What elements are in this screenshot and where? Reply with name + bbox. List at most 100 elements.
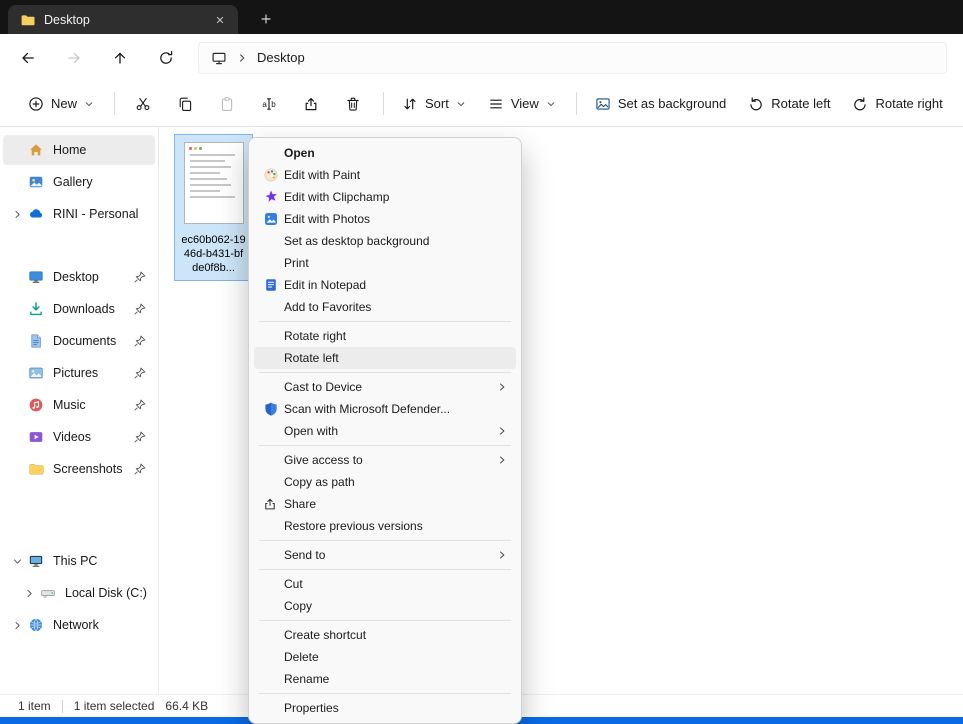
toolbar-divider	[576, 92, 577, 115]
copy-button[interactable]	[165, 87, 205, 121]
menu-item-edit-with-photos[interactable]: Edit with Photos	[254, 208, 516, 230]
folder-icon	[28, 461, 45, 477]
explorer-tab[interactable]: Desktop	[8, 5, 238, 34]
submenu-chevron-icon	[496, 549, 508, 561]
back-button[interactable]	[10, 41, 46, 75]
blank-icon-slot	[263, 700, 284, 716]
sidebar-item-network[interactable]: Network	[3, 610, 155, 640]
set-as-background-label: Set as background	[618, 96, 726, 111]
sidebar-item-documents[interactable]: Documents	[3, 326, 155, 356]
refresh-button[interactable]	[148, 41, 184, 75]
menu-item-share[interactable]: Share	[254, 493, 516, 515]
chevron-down-icon	[84, 99, 94, 109]
blank-icon-slot	[263, 598, 284, 614]
svg-text:a: a	[262, 100, 267, 109]
paste-button[interactable]	[207, 87, 247, 121]
blank-icon-slot	[263, 328, 284, 344]
new-tab-button[interactable]	[252, 7, 280, 30]
rotate-right-label: Rotate right	[875, 96, 942, 111]
menu-item-create-shortcut[interactable]: Create shortcut	[254, 624, 516, 646]
menu-item-edit-with-paint[interactable]: Edit with Paint	[254, 164, 516, 186]
menu-item-copy-as-path[interactable]: Copy as path	[254, 471, 516, 493]
downloads-icon	[28, 301, 45, 317]
sidebar-item-label: Network	[53, 618, 99, 632]
sidebar-item-label: Videos	[53, 430, 91, 444]
up-button[interactable]	[102, 41, 138, 75]
chevron-right-icon[interactable]	[21, 588, 37, 599]
menu-item-rotate-left[interactable]: Rotate left	[254, 347, 516, 369]
menu-item-label: Open with	[284, 424, 338, 438]
pin-icon	[133, 462, 147, 476]
menu-item-edit-with-clipchamp[interactable]: Edit with Clipchamp	[254, 186, 516, 208]
menu-item-copy[interactable]: Copy	[254, 595, 516, 617]
menu-item-cast-to-device[interactable]: Cast to Device	[254, 376, 516, 398]
menu-item-restore-previous-versions[interactable]: Restore previous versions	[254, 515, 516, 537]
pin-icon	[133, 334, 147, 348]
sidebar-item-downloads[interactable]: Downloads	[3, 294, 155, 324]
new-button[interactable]: New	[18, 87, 104, 121]
menu-item-scan-with-defender[interactable]: Scan with Microsoft Defender...	[254, 398, 516, 420]
menu-item-label: Copy	[284, 599, 312, 613]
menu-separator	[259, 693, 511, 694]
defender-shield-icon	[263, 401, 284, 417]
forward-button[interactable]	[56, 41, 92, 75]
blank-icon-slot	[263, 671, 284, 687]
blank-icon-slot	[263, 299, 284, 315]
tab-close-button[interactable]	[208, 9, 232, 31]
rotate-left-button[interactable]: Rotate left	[738, 87, 840, 121]
menu-item-delete[interactable]: Delete	[254, 646, 516, 668]
sidebar-item-gallery[interactable]: Gallery	[3, 167, 155, 197]
menu-item-edit-in-notepad[interactable]: Edit in Notepad	[254, 274, 516, 296]
sidebar-item-music[interactable]: Music	[3, 390, 155, 420]
menu-item-rotate-right[interactable]: Rotate right	[254, 325, 516, 347]
sort-button[interactable]: Sort	[392, 87, 476, 121]
menu-item-send-to[interactable]: Send to	[254, 544, 516, 566]
menu-item-cut[interactable]: Cut	[254, 573, 516, 595]
sidebar-item-videos[interactable]: Videos	[3, 422, 155, 452]
home-icon	[28, 142, 45, 158]
folder-icon	[20, 12, 36, 28]
disk-drive-icon	[40, 585, 57, 601]
file-name-line: ec60b062-19	[176, 233, 251, 247]
menu-item-set-as-desktop-background[interactable]: Set as desktop background	[254, 230, 516, 252]
menu-item-add-to-favorites[interactable]: Add to Favorites	[254, 296, 516, 318]
chevron-right-icon[interactable]	[9, 620, 25, 631]
delete-button[interactable]	[333, 87, 373, 121]
menu-item-open-with[interactable]: Open with	[254, 420, 516, 442]
chevron-right-icon[interactable]	[9, 209, 25, 220]
view-button[interactable]: View	[478, 87, 566, 121]
breadcrumb-location[interactable]: Desktop	[257, 50, 305, 65]
sidebar-item-label: This PC	[53, 554, 97, 568]
context-menu: Open Edit with Paint Edit with Clipchamp…	[248, 137, 522, 724]
menu-separator	[259, 321, 511, 322]
file-explorer-window: Desktop Desktop New ab Sor	[0, 0, 963, 724]
sidebar-item-this-pc[interactable]: This PC	[3, 546, 155, 576]
menu-item-rename[interactable]: Rename	[254, 668, 516, 690]
menu-item-label: Edit with Photos	[284, 212, 370, 226]
address-bar[interactable]: Desktop	[198, 42, 947, 74]
pin-icon	[133, 270, 147, 284]
blank-icon-slot	[263, 627, 284, 643]
menu-item-give-access-to[interactable]: Give access to	[254, 449, 516, 471]
rename-button[interactable]: ab	[249, 87, 289, 121]
selected-file-item[interactable]: ec60b062-19 46d-b431-bf de0f8b...	[174, 134, 253, 281]
notepad-icon	[263, 277, 284, 293]
menu-item-label: Copy as path	[284, 475, 355, 489]
share-button[interactable]	[291, 87, 331, 121]
sidebar-spacer	[0, 231, 158, 262]
sidebar-item-desktop[interactable]: Desktop	[3, 262, 155, 292]
sidebar-item-onedrive[interactable]: RINI - Personal	[3, 199, 155, 229]
cut-button[interactable]	[123, 87, 163, 121]
menu-item-print[interactable]: Print	[254, 252, 516, 274]
onedrive-cloud-icon	[28, 206, 45, 222]
sidebar-item-local-disk-c[interactable]: Local Disk (C:)	[3, 578, 155, 608]
chevron-down-icon[interactable]	[9, 556, 25, 567]
sidebar-item-pictures[interactable]: Pictures	[3, 358, 155, 388]
menu-item-properties[interactable]: Properties	[254, 697, 516, 719]
sidebar-item-home[interactable]: Home	[3, 135, 155, 165]
sidebar-item-screenshots[interactable]: Screenshots	[3, 454, 155, 484]
blank-icon-slot	[263, 233, 284, 249]
menu-item-open[interactable]: Open	[254, 142, 516, 164]
set-as-background-button[interactable]: Set as background	[585, 87, 736, 121]
rotate-right-button[interactable]: Rotate right	[842, 87, 952, 121]
